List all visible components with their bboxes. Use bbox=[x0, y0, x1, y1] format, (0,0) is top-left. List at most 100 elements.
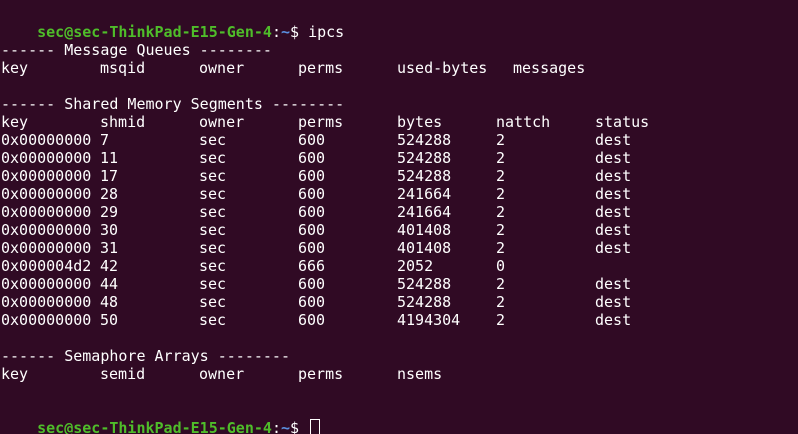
table-row: 0x00000000 50 sec 600 4194304 2 dest bbox=[1, 311, 791, 329]
shm-cell-bytes: 524288 bbox=[397, 167, 452, 185]
mq-col-msqid: msqid bbox=[100, 59, 146, 77]
shm-cell-nattch: 0 bbox=[496, 257, 506, 275]
mq-col-owner: owner bbox=[199, 59, 245, 77]
prompt-colon: : bbox=[271, 23, 281, 41]
sem-col-perms: perms bbox=[298, 365, 344, 383]
table-row: 0x00000000 44 sec 600 524288 2 dest bbox=[1, 275, 791, 293]
shm-cell-owner: sec bbox=[199, 239, 227, 257]
shm-cell-key: 0x00000000 bbox=[1, 311, 92, 329]
shm-cell-nattch: 2 bbox=[496, 149, 506, 167]
table-row: 0x00000000 30 sec 600 401408 2 dest bbox=[1, 221, 791, 239]
prompt-colon: : bbox=[271, 419, 281, 434]
shm-cell-nattch: 2 bbox=[496, 311, 506, 329]
shm-cell-bytes: 401408 bbox=[397, 221, 452, 239]
shm-cell-perms: 600 bbox=[298, 149, 326, 167]
shm-cell-perms: 600 bbox=[298, 185, 326, 203]
prompt-user-host: sec@sec-ThinkPad-E15-Gen-4 bbox=[37, 419, 272, 434]
shm-cell-shmid: 28 bbox=[100, 185, 119, 203]
command-text: ipcs bbox=[308, 23, 345, 41]
shm-cell-status: dest bbox=[595, 149, 632, 167]
message-queues-columns: key msqid owner perms used-bytes message… bbox=[1, 59, 791, 77]
shm-cell-nattch: 2 bbox=[496, 275, 506, 293]
shm-cell-shmid: 42 bbox=[100, 257, 119, 275]
shared-memory-header: ------ Shared Memory Segments -------- bbox=[1, 95, 345, 113]
shm-col-nattch: nattch bbox=[496, 113, 551, 131]
shm-cell-status: dest bbox=[595, 203, 632, 221]
shm-cell-status: dest bbox=[595, 293, 632, 311]
mq-col-messages: messages bbox=[513, 59, 586, 77]
shm-cell-owner: sec bbox=[199, 203, 227, 221]
shm-cell-status: dest bbox=[595, 311, 632, 329]
shm-cell-perms: 600 bbox=[298, 131, 326, 149]
shm-cell-status: dest bbox=[595, 221, 632, 239]
terminal-window[interactable]: sec@sec-ThinkPad-E15-Gen-4:~$ ipcs -----… bbox=[0, 0, 798, 434]
shm-cell-nattch: 2 bbox=[496, 185, 506, 203]
shared-memory-columns: key shmid owner perms bytes nattch statu… bbox=[1, 113, 791, 131]
shm-cell-status: dest bbox=[595, 185, 632, 203]
shm-cell-shmid: 29 bbox=[100, 203, 119, 221]
mq-col-key: key bbox=[1, 59, 29, 77]
shm-cell-nattch: 2 bbox=[496, 131, 506, 149]
shm-cell-bytes: 241664 bbox=[397, 203, 452, 221]
shm-cell-shmid: 44 bbox=[100, 275, 119, 293]
shm-cell-bytes: 241664 bbox=[397, 185, 452, 203]
table-row: 0x00000000 17 sec 600 524288 2 dest bbox=[1, 167, 791, 185]
shm-cell-perms: 600 bbox=[298, 167, 326, 185]
table-row: 0x00000000 31 sec 600 401408 2 dest bbox=[1, 239, 791, 257]
shm-cell-key: 0x00000000 bbox=[1, 239, 92, 257]
shm-cell-key: 0x00000000 bbox=[1, 275, 92, 293]
semaphore-arrays-header: ------ Semaphore Arrays -------- bbox=[1, 347, 290, 365]
shm-cell-owner: sec bbox=[199, 185, 227, 203]
shm-cell-shmid: 30 bbox=[100, 221, 119, 239]
shm-cell-bytes: 524288 bbox=[397, 293, 452, 311]
mq-col-used-bytes: used-bytes bbox=[397, 59, 488, 77]
table-row: 0x00000000 11 sec 600 524288 2 dest bbox=[1, 149, 791, 167]
shm-cell-nattch: 2 bbox=[496, 239, 506, 257]
table-row: 0x00000000 48 sec 600 524288 2 dest bbox=[1, 293, 791, 311]
shm-col-status: status bbox=[595, 113, 650, 131]
shm-cell-nattch: 2 bbox=[496, 293, 506, 311]
shm-cell-bytes: 524288 bbox=[397, 149, 452, 167]
shm-cell-shmid: 11 bbox=[100, 149, 119, 167]
shm-cell-key: 0x00000000 bbox=[1, 203, 92, 221]
shm-cell-status: dest bbox=[595, 275, 632, 293]
shm-cell-key: 0x00000000 bbox=[1, 185, 92, 203]
shm-cell-key: 0x000004d2 bbox=[1, 257, 92, 275]
mq-col-perms: perms bbox=[298, 59, 344, 77]
shm-cell-shmid: 31 bbox=[100, 239, 119, 257]
shm-cell-bytes: 524288 bbox=[397, 131, 452, 149]
message-queues-header: ------ Message Queues -------- bbox=[1, 41, 272, 59]
prompt-line-current[interactable]: sec@sec-ThinkPad-E15-Gen-4:~$ bbox=[1, 401, 321, 434]
shm-cell-owner: sec bbox=[199, 293, 227, 311]
shm-cell-status: dest bbox=[595, 131, 632, 149]
shm-cell-owner: sec bbox=[199, 149, 227, 167]
shm-col-shmid: shmid bbox=[100, 113, 146, 131]
sem-col-key: key bbox=[1, 365, 29, 383]
shm-cell-owner: sec bbox=[199, 311, 227, 329]
shm-col-perms: perms bbox=[298, 113, 344, 131]
shm-cell-shmid: 17 bbox=[100, 167, 119, 185]
shm-cell-nattch: 2 bbox=[496, 167, 506, 185]
shm-col-key: key bbox=[1, 113, 29, 131]
shm-cell-owner: sec bbox=[199, 221, 227, 239]
shm-cell-nattch: 2 bbox=[496, 203, 506, 221]
sem-col-nsems: nsems bbox=[397, 365, 443, 383]
table-row: 0x000004d2 42 sec 666 2052 0 bbox=[1, 257, 791, 275]
shm-cell-key: 0x00000000 bbox=[1, 167, 92, 185]
shm-cell-bytes: 2052 bbox=[397, 257, 434, 275]
prompt-dollar: $ bbox=[290, 23, 309, 41]
shm-cell-bytes: 401408 bbox=[397, 239, 452, 257]
shm-cell-owner: sec bbox=[199, 131, 227, 149]
text-cursor[interactable] bbox=[310, 419, 321, 434]
shm-cell-owner: sec bbox=[199, 167, 227, 185]
shm-cell-perms: 600 bbox=[298, 293, 326, 311]
shm-cell-nattch: 2 bbox=[496, 221, 506, 239]
shm-cell-shmid: 7 bbox=[100, 131, 110, 149]
table-row: 0x00000000 29 sec 600 241664 2 dest bbox=[1, 203, 791, 221]
shm-cell-owner: sec bbox=[199, 257, 227, 275]
prompt-user-host: sec@sec-ThinkPad-E15-Gen-4 bbox=[37, 23, 272, 41]
shm-col-owner: owner bbox=[199, 113, 245, 131]
shm-cell-perms: 600 bbox=[298, 221, 326, 239]
prompt-dollar: $ bbox=[290, 419, 309, 434]
shm-cell-perms: 600 bbox=[298, 275, 326, 293]
